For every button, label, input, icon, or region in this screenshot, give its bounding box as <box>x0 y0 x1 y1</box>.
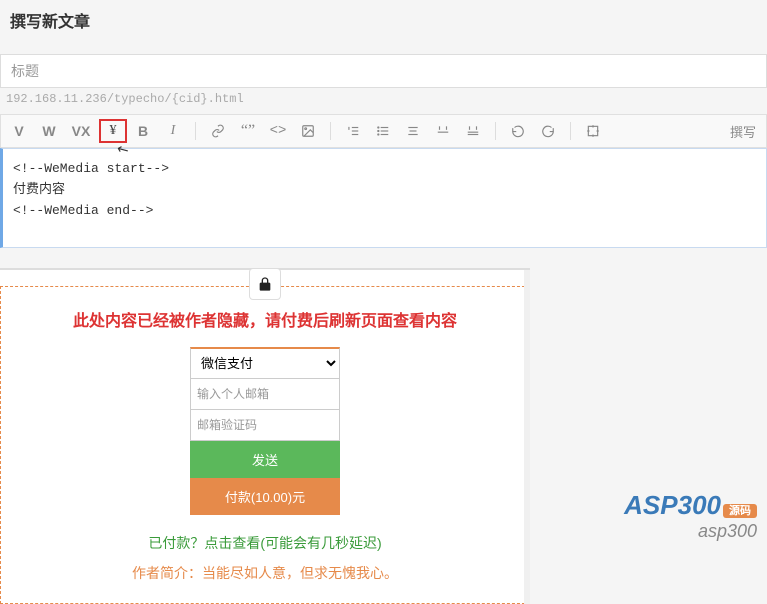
scrollbar[interactable] <box>524 270 530 604</box>
watermark-sub: asp300 <box>624 521 757 542</box>
editor-line: 付费内容 <box>13 180 756 201</box>
send-button[interactable]: 发送 <box>190 441 340 478</box>
write-mode-label[interactable]: 撰写 <box>724 122 762 141</box>
ordered-list-icon[interactable] <box>339 119 367 143</box>
toolbar-v-button[interactable]: V <box>5 119 33 143</box>
editor-textarea[interactable]: <!--WeMedia start--> 付费内容 <!--WeMedia en… <box>0 148 767 248</box>
toolbar-separator <box>195 122 196 140</box>
post-title-input[interactable] <box>0 54 767 88</box>
toolbar-separator <box>495 122 496 140</box>
fullscreen-icon[interactable] <box>579 119 607 143</box>
payment-method-select[interactable]: 微信支付 <box>190 347 340 379</box>
link-icon[interactable] <box>204 119 232 143</box>
lock-icon <box>249 268 281 300</box>
editor-line: <!--WeMedia start--> <box>13 159 756 180</box>
paywall-notice: 此处内容已经被作者隐藏，请付费后刷新页面查看内容 <box>41 307 489 331</box>
page-title: 撰写新文章 <box>10 8 757 32</box>
quote-icon[interactable]: “” <box>234 119 262 143</box>
image-icon[interactable] <box>294 119 322 143</box>
toolbar-italic-button[interactable]: I <box>159 119 187 143</box>
author-bio: 作者简介：当能尽如人意，但求无愧我心。 <box>41 563 489 583</box>
toolbar-bold-button[interactable]: B <box>129 119 157 143</box>
paywall-box: 此处内容已经被作者隐藏，请付费后刷新页面查看内容 微信支付 发送 付款(10.0… <box>0 286 530 604</box>
toolbar-separator <box>570 122 571 140</box>
pay-button[interactable]: 付款(10.00)元 <box>190 478 340 515</box>
watermark: ASP300源码 asp300 <box>624 490 757 542</box>
watermark-brand: ASP300 <box>624 490 721 520</box>
more-icon[interactable] <box>459 119 487 143</box>
toolbar-separator <box>330 122 331 140</box>
heading-icon[interactable] <box>399 119 427 143</box>
undo-icon[interactable] <box>504 119 532 143</box>
editor-toolbar: V W VX ¥ B I “” <> 撰写 ↖ <box>0 114 767 148</box>
email-input[interactable] <box>190 379 340 410</box>
permalink-preview: 192.168.11.236/typecho/{cid}.html <box>0 88 767 114</box>
verify-code-input[interactable] <box>190 410 340 441</box>
already-paid-link[interactable]: 已付款？点击查看(可能会有几秒延迟) <box>41 533 489 553</box>
editor-line: <!--WeMedia end--> <box>13 201 756 222</box>
redo-icon[interactable] <box>534 119 562 143</box>
hr-icon[interactable] <box>429 119 457 143</box>
code-icon[interactable]: <> <box>264 119 292 143</box>
toolbar-vx-button[interactable]: VX <box>65 119 97 143</box>
unordered-list-icon[interactable] <box>369 119 397 143</box>
paywall-preview: 此处内容已经被作者隐藏，请付费后刷新页面查看内容 微信支付 发送 付款(10.0… <box>0 268 530 604</box>
watermark-badge: 源码 <box>723 504 757 518</box>
toolbar-w-button[interactable]: W <box>35 119 63 143</box>
